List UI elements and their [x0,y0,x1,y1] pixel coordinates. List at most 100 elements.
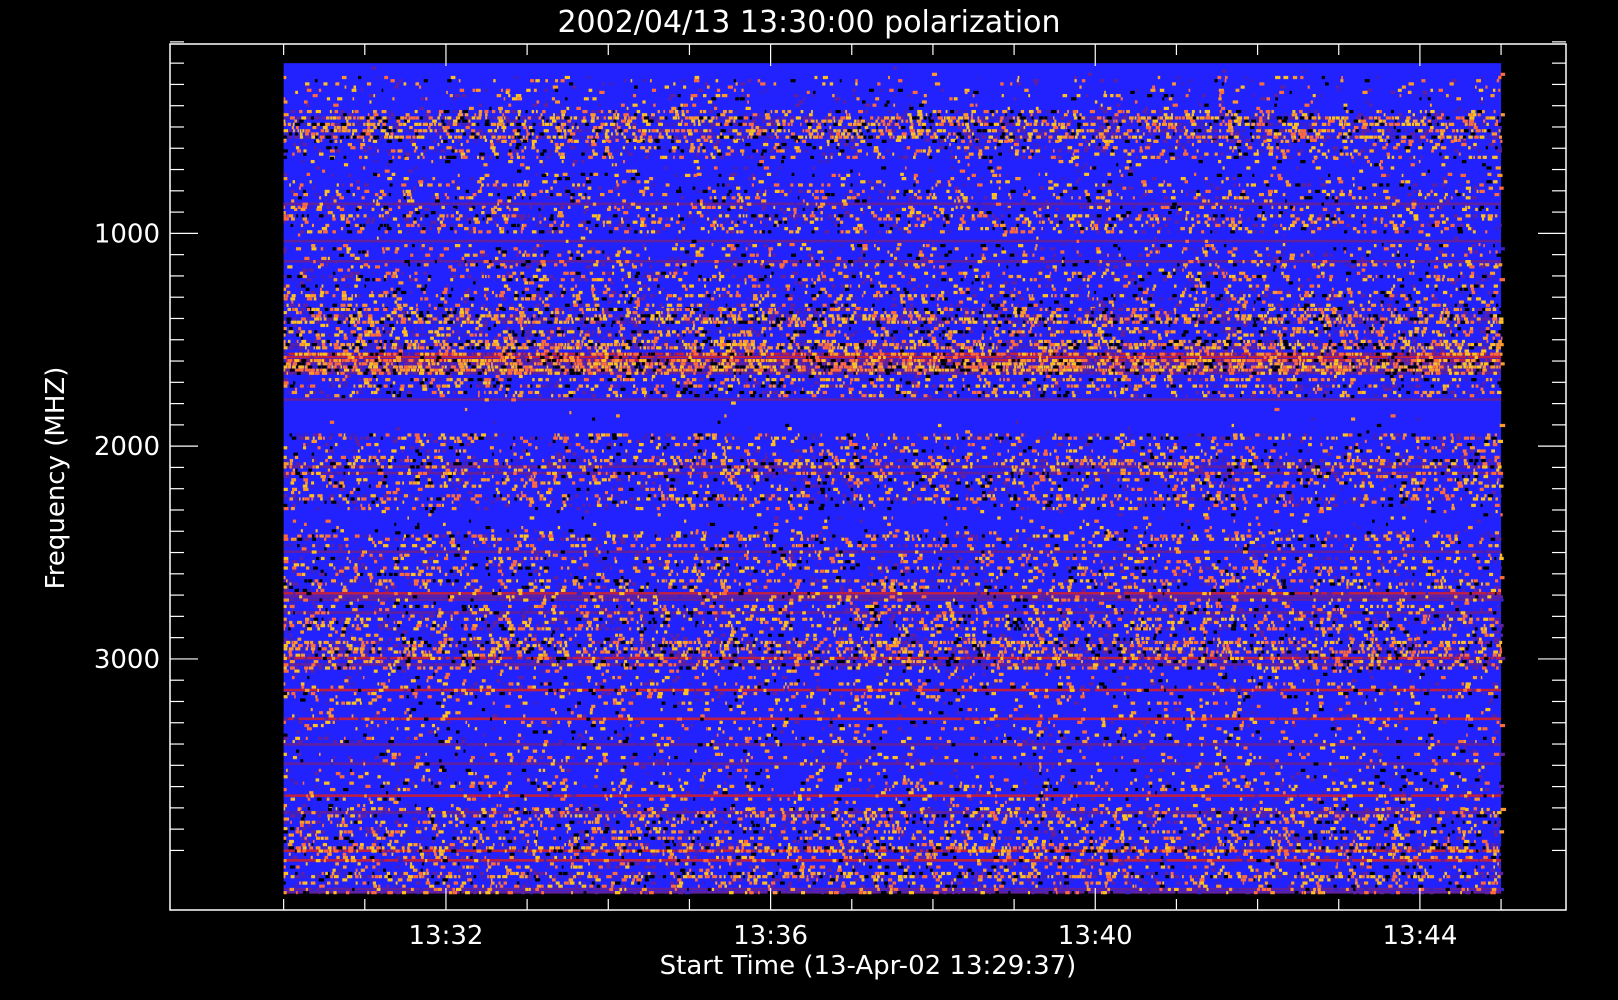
heatmap-cell [588,156,593,159]
heatmap-cell [1301,129,1306,132]
heatmap-cell [372,208,375,211]
heatmap-cell [1244,116,1249,119]
heatmap-cell [1431,149,1434,152]
heatmap-cell [665,129,670,132]
heatmap-cell [1268,123,1273,126]
heatmap-cell [1256,107,1260,110]
heatmap-cell [1231,113,1233,116]
heatmap-cell [1146,123,1150,126]
heatmap-cell [373,94,375,97]
heatmap-cell [494,129,497,132]
heatmap-cell [1062,136,1067,139]
heatmap-cell [1362,91,1367,94]
heatmap-cell [565,177,570,180]
heatmap-cell [1158,76,1160,79]
heatmap-cell [641,132,646,135]
heatmap-cell [644,116,649,119]
heatmap-cell [625,79,627,82]
heatmap-cell [1031,153,1033,156]
heatmap-cell [881,166,886,169]
heatmap-cell [1120,206,1122,209]
heatmap-cell [446,156,451,159]
heatmap-cell [992,129,997,132]
heatmap-cell [1288,129,1292,132]
heatmap-cell [700,199,703,202]
heatmap-cell [665,123,670,126]
heatmap-cell [440,156,442,159]
heatmap-cell [1441,163,1445,166]
heatmap-cell [602,140,606,143]
heatmap-cell [1064,113,1068,116]
heatmap-cell [1487,129,1490,132]
heatmap-cell [628,126,631,129]
heatmap-cell [1395,116,1399,119]
heatmap-cell [891,196,896,199]
heatmap-cell [1305,196,1310,199]
heatmap-cell [360,146,363,149]
heatmap-cell [862,123,866,126]
heatmap-cell [631,116,636,119]
heatmap-cell [978,116,980,119]
heatmap-cell [565,76,570,79]
heatmap-cell [886,126,888,129]
heatmap-cell [761,156,765,159]
heatmap-cell [1024,126,1026,129]
heatmap-cell [1359,196,1362,199]
heatmap-cell [1166,132,1169,135]
heatmap-cell [636,206,641,209]
heatmap-cell [510,132,513,135]
heatmap-cell [566,107,569,110]
heatmap-cell [1057,156,1062,159]
heatmap-cell [619,129,623,132]
heatmap-cell [882,156,885,159]
heatmap-cell [544,129,549,132]
heatmap-cell [708,187,711,190]
heatmap-cell [1221,116,1224,119]
heatmap-cell [864,136,867,139]
heatmap-cell [776,129,781,132]
heatmap-cell [545,123,550,126]
heatmap-cell [1251,139,1253,142]
heatmap-cell [674,136,678,139]
heatmap-cell [591,143,596,146]
heatmap-cell [865,104,870,107]
heatmap-cell [1491,129,1495,132]
heatmap-cell [1272,206,1274,209]
heatmap-cell [1150,132,1153,135]
heatmap-cell [410,196,412,199]
heatmap-cell [1487,173,1491,176]
heatmap-cell [1312,123,1317,126]
heatmap-cell [539,136,542,139]
heatmap-cell [1416,116,1421,119]
heatmap-cell [1145,132,1148,135]
heatmap-cell [1142,123,1144,126]
heatmap-cell [1348,129,1350,132]
heatmap-cell [953,132,956,135]
heatmap-cell [359,156,362,159]
heatmap-cell [530,206,532,209]
heatmap-cell [316,113,319,116]
heatmap-cell [827,183,830,186]
heatmap-cell [1469,190,1471,193]
heatmap-cell [1291,132,1296,135]
heatmap-cell [443,123,446,126]
heatmap-cell [944,123,949,126]
heatmap-cell [771,123,776,126]
heatmap-cell [691,203,693,206]
heatmap-cell [737,199,740,202]
heatmap-cell [575,187,580,190]
heatmap-cell [1245,143,1248,146]
heatmap-cell [1028,190,1030,193]
heatmap-cell [1208,183,1211,186]
heatmap-cell [643,136,646,139]
heatmap-cell [424,120,428,123]
heatmap-cell [756,149,758,152]
heatmap-cell [1001,149,1003,152]
heatmap-cell [903,136,907,139]
heatmap-cell [490,143,494,146]
heatmap-cell [615,163,617,166]
heatmap-cell [1018,76,1020,79]
heatmap-cell [1471,110,1475,113]
heatmap-cell [1127,129,1132,132]
heatmap-cell [466,149,470,152]
